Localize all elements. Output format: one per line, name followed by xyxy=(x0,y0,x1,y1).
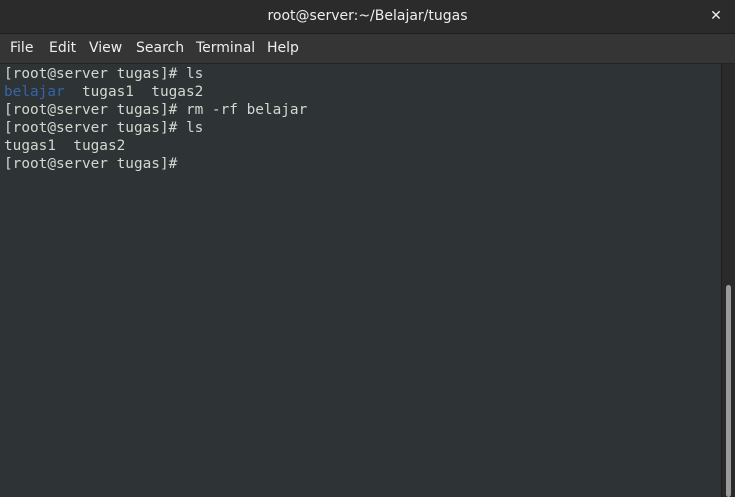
scrollbar-thumb[interactable] xyxy=(726,285,731,497)
menu-terminal[interactable]: Terminal xyxy=(196,34,255,63)
window-title: root@server:~/Belajar/tugas xyxy=(267,8,468,24)
terminal-line: [root@server tugas]# ls xyxy=(4,66,204,82)
close-icon[interactable]: ✕ xyxy=(707,7,725,25)
terminal-output[interactable]: [root@server tugas]# ls belajar tugas1 t… xyxy=(0,64,722,497)
terminal-line: tugas1 tugas2 xyxy=(4,138,126,154)
terminal-line: belajar tugas1 tugas2 xyxy=(4,83,203,101)
directory-entry: belajar xyxy=(4,84,65,100)
terminal-line: [root@server tugas]# rm -rf belajar xyxy=(4,102,308,118)
menu-bar: File Edit View Search Terminal Help xyxy=(0,34,735,64)
menu-help[interactable]: Help xyxy=(267,34,299,63)
terminal-window: root@server:~/Belajar/tugas ✕ File Edit … xyxy=(0,0,735,497)
terminal-line: [root@server tugas]# ls xyxy=(4,120,204,136)
menu-edit[interactable]: Edit xyxy=(49,34,76,63)
menu-search[interactable]: Search xyxy=(136,34,184,63)
file-entries: tugas1 tugas2 xyxy=(64,84,204,100)
menu-file[interactable]: File xyxy=(10,34,33,63)
vertical-scrollbar[interactable] xyxy=(721,64,735,497)
title-bar[interactable]: root@server:~/Belajar/tugas ✕ xyxy=(0,0,735,34)
terminal-prompt[interactable]: [root@server tugas]# xyxy=(4,155,177,173)
menu-view[interactable]: View xyxy=(89,34,122,63)
